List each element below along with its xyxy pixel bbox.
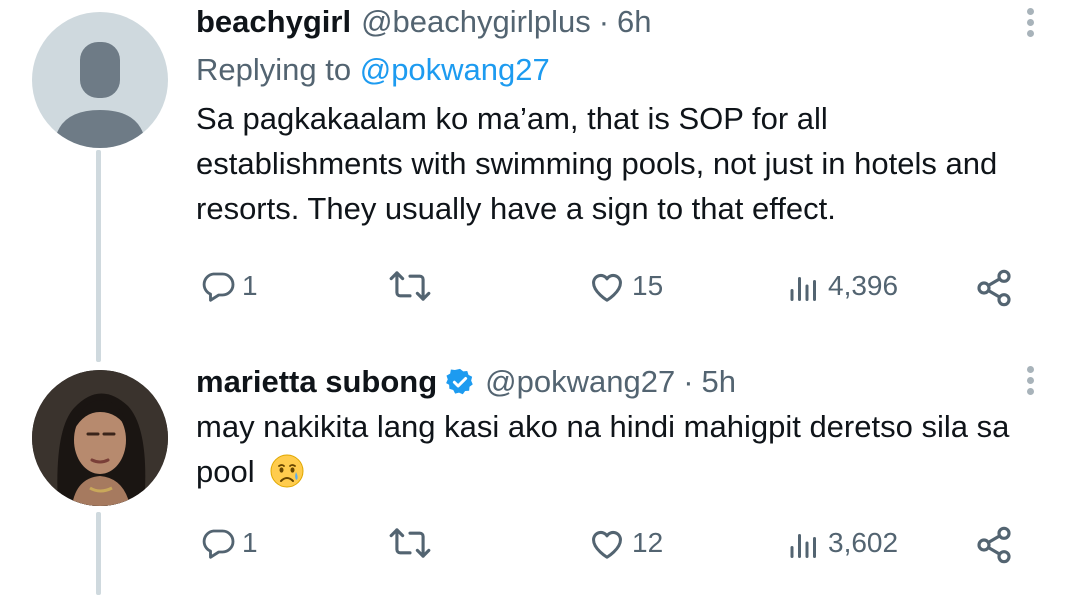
retweet-button[interactable] — [388, 268, 432, 304]
user-handle[interactable]: @beachygirlplus — [361, 4, 591, 40]
share-button[interactable] — [974, 525, 1014, 565]
more-options-icon[interactable] — [1020, 4, 1040, 44]
reply-button[interactable]: 1 — [200, 525, 258, 561]
tweet-header: marietta subong @pokwang27 · 5h — [196, 362, 1040, 402]
views-icon — [790, 277, 816, 301]
thread-line-top — [96, 150, 101, 362]
like-count: 15 — [632, 270, 664, 301]
like-count: 12 — [632, 527, 664, 558]
share-icon — [977, 526, 1011, 564]
views-count: 3,602 — [828, 527, 899, 558]
crying-face-emoji-icon — [270, 454, 304, 488]
avatar-photo[interactable] — [32, 370, 168, 506]
reply-icon — [202, 272, 235, 302]
replying-to-label: Replying to — [196, 52, 360, 87]
timestamp[interactable]: 6h — [617, 4, 651, 40]
replying-to: Replying to @pokwang27 — [196, 52, 1040, 88]
views-icon — [790, 534, 816, 558]
tweet-text: may nakikita lang kasi ako na hindi mahi… — [196, 404, 1040, 494]
display-name[interactable]: beachygirl — [196, 4, 351, 40]
display-name[interactable]: marietta subong — [196, 364, 437, 400]
separator-dot: · — [683, 364, 694, 399]
reply-count: 1 — [242, 527, 258, 558]
tweet-text-content: may nakikita lang kasi ako na hindi mahi… — [196, 409, 1010, 489]
verified-badge-icon[interactable] — [445, 367, 475, 397]
share-button[interactable] — [974, 268, 1014, 308]
reply-count: 1 — [242, 270, 258, 301]
avatar-default[interactable] — [32, 12, 168, 148]
default-avatar-icon — [54, 42, 146, 148]
views-button[interactable]: 4,396 — [786, 268, 898, 304]
reply-button[interactable]: 1 — [200, 268, 258, 304]
more-options-icon[interactable] — [1020, 362, 1040, 402]
timestamp[interactable]: 5h — [702, 364, 736, 400]
retweet-icon — [389, 528, 431, 558]
thread-line-bottom — [96, 512, 101, 595]
tweet-2[interactable]: marietta subong @pokwang27 · 5h may naki… — [196, 362, 1040, 494]
tweet-text: Sa pagkakaalam ko ma’am, that is SOP for… — [196, 101, 998, 226]
views-button[interactable]: 3,602 — [786, 525, 898, 561]
tweet-header: beachygirl @beachygirlplus · 6h — [196, 4, 1040, 44]
like-icon — [592, 531, 622, 559]
tweet-1[interactable]: beachygirl @beachygirlplus · 6h Replying… — [196, 4, 1040, 231]
like-button[interactable]: 15 — [588, 268, 663, 304]
tweet-1-actions: 1 15 4,396 — [196, 268, 1036, 308]
replying-to-handle-link[interactable]: @pokwang27 — [360, 52, 550, 87]
separator-dot: · — [598, 4, 610, 39]
like-icon — [592, 274, 622, 302]
user-handle[interactable]: @pokwang27 — [485, 364, 675, 400]
reply-icon — [202, 529, 235, 559]
views-count: 4,396 — [828, 270, 899, 301]
retweet-button[interactable] — [388, 525, 432, 561]
profile-photo-icon — [32, 370, 168, 506]
tweet-2-actions: 1 12 3,602 — [196, 525, 1036, 565]
like-button[interactable]: 12 — [588, 525, 663, 561]
share-icon — [977, 269, 1011, 307]
retweet-icon — [389, 271, 431, 301]
